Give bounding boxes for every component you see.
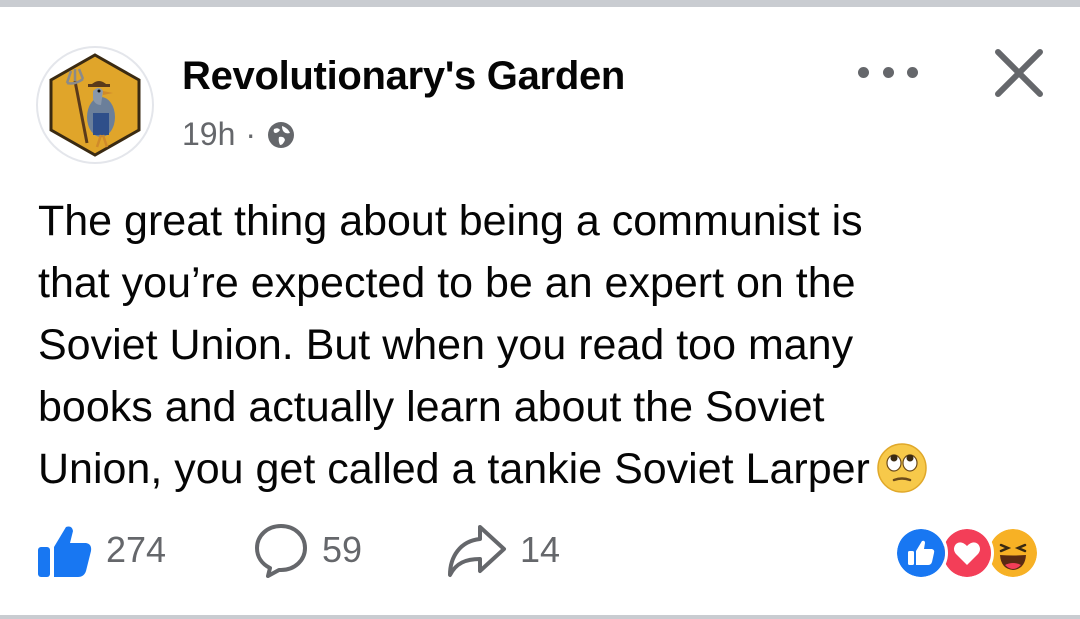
globe-icon[interactable] [266, 120, 296, 150]
post-text-line: The great thing about being a communist … [38, 197, 863, 245]
share-button[interactable]: 14 [446, 520, 560, 580]
page-name-link[interactable]: Revolutionary's Garden [182, 54, 625, 99]
meta-separator: · [245, 116, 257, 152]
post-text-line: that you’re expected to be an expert on … [38, 259, 856, 307]
share-count: 14 [520, 529, 561, 570]
more-dot [858, 66, 869, 78]
post-text-last-line: Union, you get called a tankie Soviet La… [38, 438, 1038, 500]
haha-reaction-icon [986, 526, 1040, 580]
post-text-line: Union, you get called a tankie Soviet La… [38, 445, 870, 493]
page-avatar[interactable] [36, 46, 154, 164]
more-options-icon[interactable] [858, 64, 918, 80]
post-meta: 19h · [182, 116, 296, 153]
bottom-divider [0, 615, 1080, 619]
like-reaction-icon [894, 526, 948, 580]
post-card: Revolutionary's Garden 19h · The great t… [0, 0, 1080, 619]
rolling-eyes-emoji-icon [877, 442, 927, 493]
comment-button[interactable]: 59 [252, 520, 362, 580]
top-divider [0, 0, 1080, 7]
more-dot [882, 66, 894, 78]
post-header: Revolutionary's Garden 19h · [36, 46, 1046, 166]
post-body-text: The great thing about being a communist … [38, 190, 1038, 500]
avatar-hexagon-logo [49, 53, 141, 157]
post-text-line: books and actually learn about the Sovie… [38, 383, 825, 431]
post-timestamp[interactable]: 19h [182, 116, 235, 153]
like-button[interactable]: 274 [36, 520, 166, 580]
post-actions-bar: 274 59 14 [36, 520, 1046, 584]
post-text-line: Soviet Union. But when you read too many [38, 321, 854, 369]
comment-bubble-icon [255, 524, 307, 578]
thumbs-up-icon [38, 526, 92, 577]
reactions-summary[interactable] [894, 526, 1044, 580]
share-arrow-icon [448, 525, 506, 577]
comment-count: 59 [322, 529, 363, 570]
love-reaction-icon [940, 526, 994, 580]
close-icon[interactable] [992, 46, 1046, 100]
like-count: 274 [106, 529, 167, 570]
more-dot [907, 66, 918, 78]
